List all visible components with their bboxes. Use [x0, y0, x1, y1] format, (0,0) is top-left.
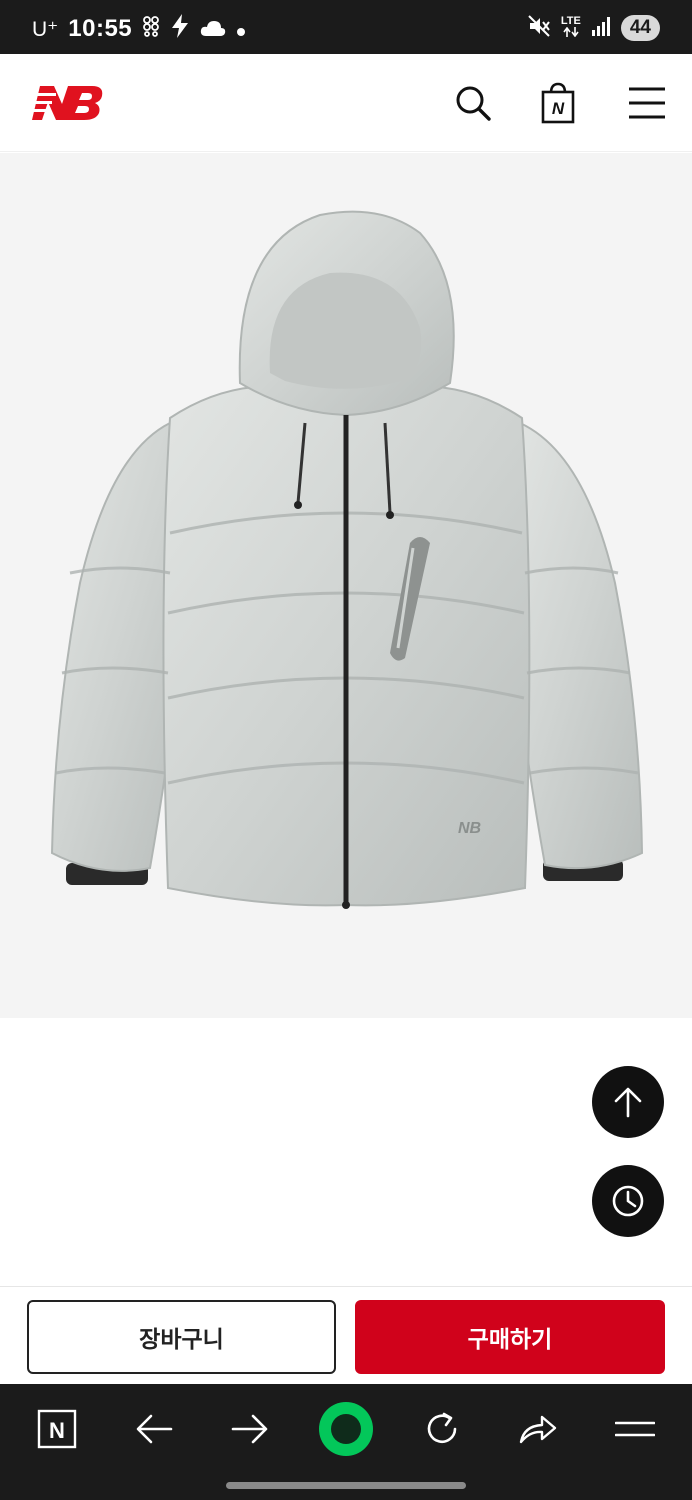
bag-letter: N — [552, 99, 565, 118]
scroll-top-icon — [614, 1087, 642, 1118]
reload-icon[interactable] — [412, 1404, 472, 1454]
grid-app-icon — [142, 15, 160, 43]
history-clock-icon — [612, 1185, 644, 1217]
signal-icon — [591, 16, 611, 40]
notification-dot-icon — [236, 16, 246, 43]
menu-lines-icon[interactable] — [605, 1404, 665, 1454]
share-icon[interactable] — [508, 1404, 568, 1454]
status-bar: U⁺ 10:55 LTE 44 — [0, 0, 692, 54]
carrier-label: U⁺ — [32, 17, 59, 41]
product-image[interactable]: NB — [0, 153, 692, 953]
buy-now-button[interactable]: 구매하기 — [355, 1300, 665, 1374]
back-arrow-icon[interactable] — [124, 1404, 184, 1454]
browser-toolbar: N — [0, 1384, 692, 1500]
product-gallery[interactable]: NB M 추천 — [0, 153, 692, 1135]
menu-icon[interactable] — [625, 80, 669, 126]
charging-icon — [170, 14, 190, 44]
recent-history-button[interactable] — [592, 1165, 664, 1237]
clock-time: 10:55 — [68, 15, 133, 42]
cloud-icon — [200, 16, 226, 43]
lte-label: LTE — [561, 16, 581, 40]
home-indicator[interactable] — [226, 1482, 466, 1489]
battery-level: 44 — [620, 15, 660, 41]
mute-icon — [527, 14, 551, 42]
add-to-cart-button[interactable]: 장바구니 — [27, 1300, 336, 1374]
shopping-bag-icon[interactable]: N — [536, 80, 580, 126]
purchase-action-bar: 장바구니 구매하기 — [0, 1286, 692, 1384]
scroll-top-button[interactable] — [592, 1066, 664, 1138]
network-type: LTE — [560, 15, 581, 27]
product-detail-area — [0, 1018, 692, 1286]
naver-n-label: N — [49, 1418, 65, 1443]
new-balance-logo[interactable] — [26, 84, 104, 126]
site-header: N — [0, 54, 692, 152]
forward-arrow-icon[interactable] — [220, 1404, 280, 1454]
search-icon[interactable] — [451, 80, 495, 126]
green-dot-icon[interactable] — [316, 1400, 376, 1458]
svg-text:NB: NB — [458, 820, 481, 837]
naver-n-icon[interactable]: N — [27, 1404, 87, 1454]
